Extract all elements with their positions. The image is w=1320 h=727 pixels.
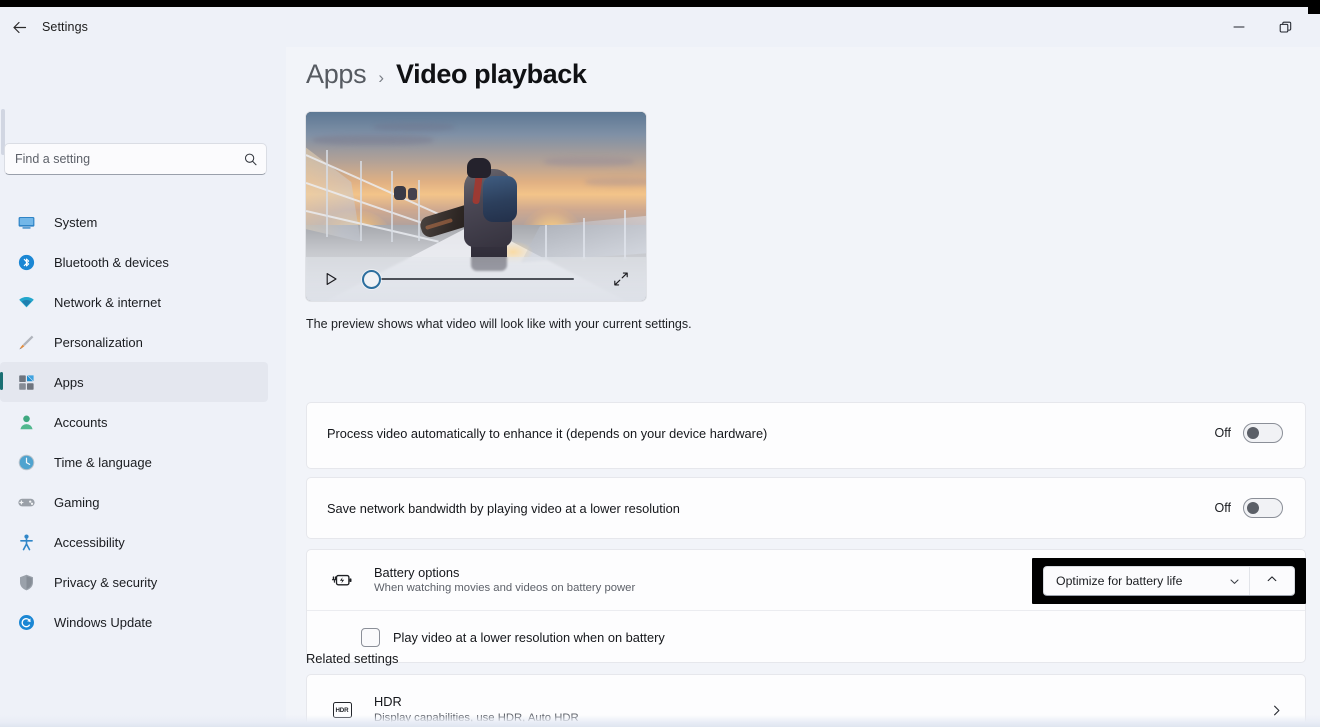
play-icon[interactable] (318, 266, 344, 292)
sidebar-item-privacy-security[interactable]: Privacy & security (0, 562, 268, 602)
hdr-badge-text: HDR (332, 702, 352, 718)
search-container (4, 143, 267, 175)
save-bandwidth-card: Save network bandwidth by playing video … (306, 477, 1306, 539)
seek-thumb[interactable] (362, 269, 381, 289)
sidebar-item-label: Network & internet (54, 294, 161, 310)
setting-label: Save network bandwidth by playing video … (327, 500, 680, 516)
hdr-badge-icon: HDR (327, 702, 357, 718)
hdr-row[interactable]: HDR HDR Display capabilities, use HDR, A… (307, 675, 1305, 727)
toggle-state-label: Off (1214, 426, 1231, 440)
collapse-section-button[interactable] (1250, 567, 1294, 595)
setting-label: Process video automatically to enhance i… (327, 425, 768, 441)
hdr-subtitle: Display capabilities, use HDR, Auto HDR (374, 712, 579, 725)
window-controls (1216, 7, 1308, 47)
wifi-icon (12, 293, 40, 312)
bluetooth-icon (12, 253, 40, 272)
video-player-controls (306, 257, 646, 301)
sidebar-item-label: System (54, 214, 98, 230)
process-video-card: Process video automatically to enhance i… (306, 402, 1306, 469)
sidebar-item-gaming[interactable]: Gaming (0, 482, 268, 522)
content-pane: Apps › Video playback The preview shows … (286, 47, 1320, 727)
gamepad-icon (12, 493, 40, 512)
battery-charging-icon (327, 570, 357, 590)
screen-bezel-top (0, 0, 1320, 7)
toggle-knob (1247, 427, 1259, 439)
sidebar-item-label: Privacy & security (54, 574, 158, 590)
search-box[interactable] (4, 143, 267, 175)
settings-window: Settings Find a setting System Bluetooth… (0, 0, 1320, 727)
sidebar-item-accessibility[interactable]: Accessibility (0, 522, 268, 562)
breadcrumb-separator: › (378, 68, 385, 87)
sidebar-item-accounts[interactable]: Accounts (0, 402, 268, 442)
related-settings-heading: Related settings (306, 651, 399, 666)
chevron-down-icon (1229, 576, 1240, 587)
battery-options-dropdown[interactable]: Optimize for battery life (1043, 566, 1295, 596)
chevron-up-icon (1266, 572, 1278, 590)
sidebar-item-bluetooth-devices[interactable]: Bluetooth & devices (0, 242, 268, 282)
video-seek-slider[interactable] (356, 266, 600, 292)
search-icon (243, 152, 258, 167)
title-bar: Settings (0, 7, 1320, 47)
sidebar-item-label: Accessibility (54, 534, 125, 550)
chevron-right-icon[interactable] (1270, 704, 1283, 717)
toggle-container: Off (1215, 498, 1283, 518)
screen-bezel-right (1308, 0, 1320, 14)
lower-resolution-checkbox-row[interactable]: Play video at a lower resolution when on… (307, 611, 1305, 664)
accessibility-person-icon (12, 533, 40, 552)
sidebar-item-windows-update[interactable]: Windows Update (0, 602, 268, 642)
apps-grid-icon (12, 373, 40, 392)
hdr-text-block: HDR Display capabilities, use HDR, Auto … (374, 693, 1270, 727)
search-input[interactable] (15, 152, 243, 166)
window-title: Settings (42, 20, 88, 34)
sidebar-item-label: Time & language (54, 454, 152, 470)
checkbox-label: Play video at a lower resolution when on… (393, 630, 665, 645)
sidebar-item-label: Apps (54, 374, 84, 390)
dropdown-value: Optimize for battery life (1056, 574, 1183, 588)
breadcrumb-parent[interactable]: Apps (306, 59, 367, 90)
lower-resolution-checkbox[interactable] (361, 628, 380, 647)
save-bandwidth-row[interactable]: Save network bandwidth by playing video … (307, 478, 1305, 538)
hdr-card: HDR HDR Display capabilities, use HDR, A… (306, 674, 1306, 727)
preview-description: The preview shows what video will look l… (306, 317, 692, 331)
sidebar-item-apps[interactable]: Apps (0, 362, 268, 402)
monitor-icon (12, 213, 40, 232)
page-title: Video playback (396, 59, 587, 89)
update-refresh-icon (12, 613, 40, 632)
sidebar-item-label: Bluetooth & devices (54, 254, 169, 270)
toggle-knob (1247, 502, 1259, 514)
clock-globe-icon (12, 453, 40, 472)
toggle-container: Off (1215, 423, 1283, 443)
back-button[interactable] (2, 12, 36, 42)
video-preview-player[interactable] (306, 112, 646, 301)
save-bandwidth-toggle[interactable] (1243, 498, 1283, 518)
breadcrumb: Apps › Video playback (306, 59, 587, 90)
toggle-state-label: Off (1214, 501, 1231, 515)
expand-arrows-icon[interactable] (608, 266, 634, 292)
battery-options-row[interactable]: Battery options When watching movies and… (307, 550, 1306, 610)
person-icon (12, 413, 40, 432)
sidebar-item-time-language[interactable]: Time & language (0, 442, 268, 482)
sidebar: System Bluetooth & devices (0, 47, 286, 727)
restore-button[interactable] (1262, 11, 1308, 43)
process-video-row[interactable]: Process video automatically to enhance i… (307, 403, 1305, 463)
minimize-button[interactable] (1216, 11, 1262, 43)
sidebar-nav: System Bluetooth & devices Network & int… (0, 202, 286, 642)
hdr-title: HDR (374, 694, 402, 710)
sidebar-item-system[interactable]: System (0, 202, 268, 242)
sidebar-item-label: Windows Update (54, 614, 153, 630)
battery-options-card: Battery options When watching movies and… (306, 549, 1306, 663)
sidebar-item-label: Gaming (54, 494, 100, 510)
sidebar-item-label: Accounts (54, 414, 108, 430)
process-video-toggle[interactable] (1243, 423, 1283, 443)
shield-icon (12, 573, 40, 592)
dropdown-select[interactable]: Optimize for battery life (1044, 567, 1249, 595)
dropdown-highlight-box: Optimize for battery life (1032, 558, 1306, 604)
seek-track (372, 277, 574, 281)
paintbrush-icon (12, 333, 40, 352)
sidebar-item-personalization[interactable]: Personalization (0, 322, 268, 362)
sidebar-item-network-internet[interactable]: Network & internet (0, 282, 268, 322)
sidebar-item-label: Personalization (54, 334, 143, 350)
